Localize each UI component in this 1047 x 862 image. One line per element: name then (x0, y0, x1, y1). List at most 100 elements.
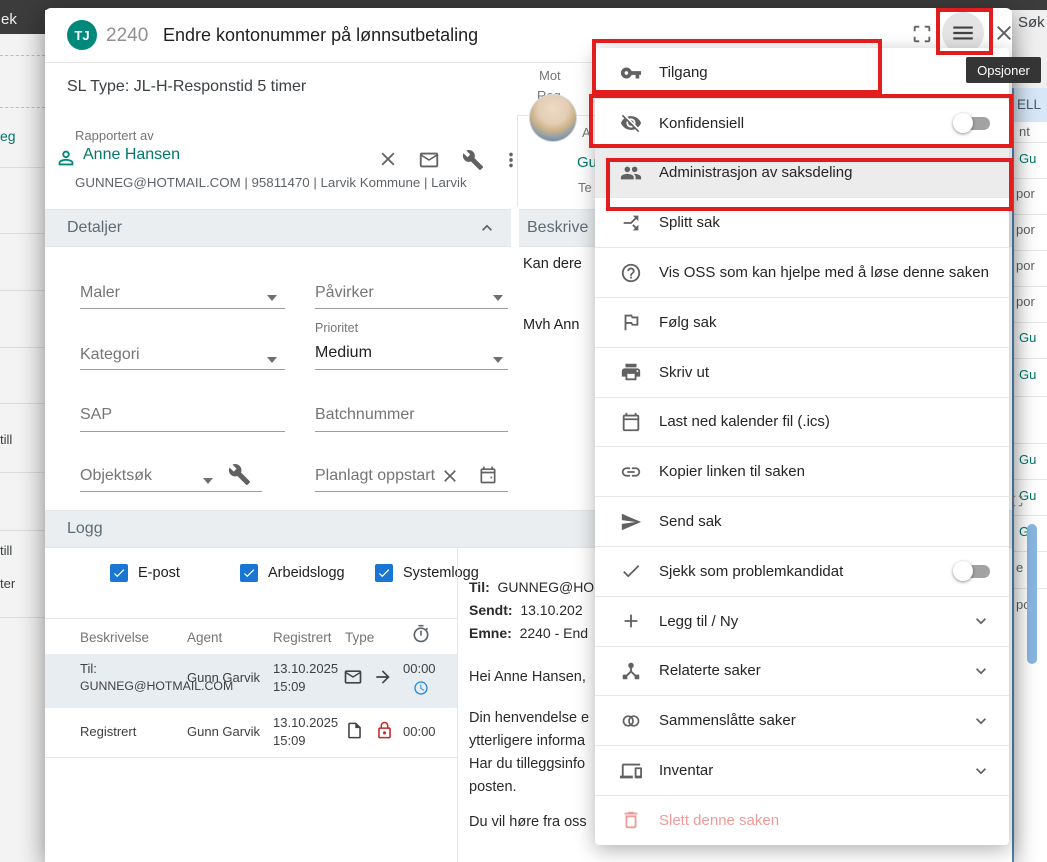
divider (0, 347, 45, 348)
table-row[interactable]: Til: GUNNEG@HOTMAIL.COM Gunn Garvik 13.1… (45, 654, 457, 708)
field-underline (315, 369, 508, 370)
workspace-logo: TJ (67, 20, 97, 50)
menu-item-relaterte-saker[interactable]: Relaterte saker (595, 646, 1009, 696)
batchnummer-field[interactable]: Batchnummer (315, 406, 415, 424)
field-underline (315, 308, 508, 309)
clear-icon[interactable] (440, 466, 460, 486)
search-label[interactable]: Søk (1018, 14, 1045, 31)
printer-icon (620, 361, 642, 383)
divider (1014, 322, 1047, 323)
reporter-name-link[interactable]: Anne Hansen (83, 146, 180, 164)
details-header-label: Detaljer (67, 219, 122, 237)
table-row[interactable]: Registrert Gunn Garvik 13.10.2025 15:09 … (45, 708, 457, 758)
column-header-type[interactable]: Type (345, 630, 374, 645)
fullscreen-icon[interactable] (911, 23, 933, 45)
divider (45, 618, 457, 619)
timer-icon[interactable] (411, 624, 431, 644)
konfidensiell-toggle-off[interactable] (953, 113, 991, 133)
menu-item-slett-denne-saken[interactable]: Slett denne saken (595, 795, 1009, 845)
chevron-down-icon[interactable] (203, 478, 213, 484)
log-date: 13.10.2025 (273, 661, 338, 676)
background-row[interactable]: Gu (1019, 151, 1036, 166)
background-text: eg (0, 128, 16, 144)
divider (0, 472, 45, 473)
problemkandidat-toggle-off[interactable] (953, 561, 991, 581)
menu-item-kopier-linken[interactable]: Kopier linken til saken (595, 446, 1009, 496)
divider (1014, 250, 1047, 251)
chevron-down-icon[interactable] (493, 295, 503, 301)
menu-item-folg-sak[interactable]: Følg sak (595, 297, 1009, 347)
menu-item-send-sak[interactable]: Send sak (595, 496, 1009, 546)
divider (1014, 286, 1047, 287)
email-body-line: Har du tilleggsinfo (469, 756, 585, 772)
background-row[interactable]: Gu (1019, 330, 1036, 345)
kebab-menu-icon[interactable] (500, 149, 522, 171)
planlagt-oppstart-field[interactable]: Planlagt oppstart (315, 467, 435, 485)
divider (0, 55, 45, 56)
calendar-icon[interactable] (478, 465, 498, 485)
chevron-down-icon[interactable] (493, 357, 503, 363)
log-duration: 00:00 (403, 661, 436, 676)
email-subject-label: Emne: (469, 625, 512, 641)
background-row: por (1016, 258, 1035, 273)
menu-item-splitt-sak[interactable]: Splitt sak (595, 197, 1009, 247)
email-subject-line: Emne: 2240 - End (469, 625, 588, 641)
remove-reporter-icon[interactable] (377, 148, 399, 170)
column-header-registrert[interactable]: Registrert (273, 630, 332, 645)
maler-field[interactable]: Maler (80, 284, 120, 302)
checkbox-systemlogg-label: Systemlogg (403, 565, 479, 581)
case-id: 2240 (106, 25, 148, 47)
prioritet-value[interactable]: Medium (315, 344, 372, 362)
document-icon (345, 721, 364, 740)
chevron-down-icon[interactable] (267, 295, 277, 301)
mail-icon[interactable] (418, 149, 440, 171)
menu-item-sammenslatte-saker[interactable]: Sammenslåtte saker (595, 695, 1009, 745)
avatar[interactable] (529, 94, 577, 142)
background-text: ter (0, 576, 15, 591)
sap-field[interactable]: SAP (80, 406, 112, 424)
background-row[interactable]: Gu (1019, 367, 1036, 382)
tools-icon[interactable] (462, 149, 484, 171)
chevron-down-icon (971, 661, 991, 681)
menu-item-konfidensiell[interactable]: Konfidensiell (595, 98, 1009, 148)
menu-item-inventar[interactable]: Inventar (595, 745, 1009, 795)
devices-icon (620, 760, 642, 782)
menu-item-label: Sammenslåtte saker (659, 712, 796, 729)
pavirker-field[interactable]: Påvirker (315, 284, 374, 302)
menu-item-administrasjon-av-saksdeling[interactable]: Administrasjon av saksdeling (595, 148, 1009, 198)
close-icon[interactable] (992, 21, 1016, 45)
menu-item-tilgang[interactable]: Tilgang (595, 48, 1009, 98)
trash-icon (620, 809, 642, 831)
chevron-up-icon[interactable] (477, 218, 497, 238)
menu-item-skriv-ut[interactable]: Skriv ut (595, 347, 1009, 397)
email-body-line: Din henvendelse e (469, 710, 589, 726)
menu-item-vis-oss[interactable]: Vis OSS som kan hjelpe med å løse denne … (595, 247, 1009, 297)
expand-icon[interactable] (1010, 494, 1024, 508)
menu-item-sjekk-problemkandidat[interactable]: Sjekk som problemkandidat (595, 546, 1009, 596)
background-row: e (1016, 560, 1023, 575)
screen: ek eg till till ter Søk ELL nt Gu por po… (0, 0, 1047, 862)
divider (0, 107, 45, 108)
email-to-label: Til: (469, 579, 490, 595)
scrollbar-thumb[interactable] (1027, 524, 1037, 664)
agent-name-link[interactable]: Gu (577, 154, 597, 171)
plus-icon (620, 610, 642, 632)
column-header-beskrivelse[interactable]: Beskrivelse (80, 630, 149, 645)
kategori-field[interactable]: Kategori (80, 346, 140, 364)
log-duration: 00:00 (403, 724, 436, 739)
menu-item-legg-til-ny[interactable]: Legg til / Ny (595, 596, 1009, 646)
column-header-agent[interactable]: Agent (187, 630, 222, 645)
tools-icon[interactable] (228, 463, 251, 486)
divider (0, 530, 45, 531)
objektsok-field[interactable]: Objektsøk (80, 467, 152, 485)
checkbox-epost[interactable] (110, 564, 128, 582)
details-section-header[interactable]: Detaljer (45, 209, 511, 247)
checkbox-arbeidslogg[interactable] (240, 564, 258, 582)
checkbox-systemlogg[interactable] (375, 564, 393, 582)
menu-item-last-ned-kalender[interactable]: Last ned kalender fil (.ics) (595, 397, 1009, 447)
divider (0, 403, 45, 404)
log-description-line1: Registrert (80, 724, 136, 739)
background-row[interactable]: Gu (1019, 452, 1036, 467)
chevron-down-icon[interactable] (267, 357, 277, 363)
email-to-value: GUNNEG@HO (498, 579, 595, 595)
